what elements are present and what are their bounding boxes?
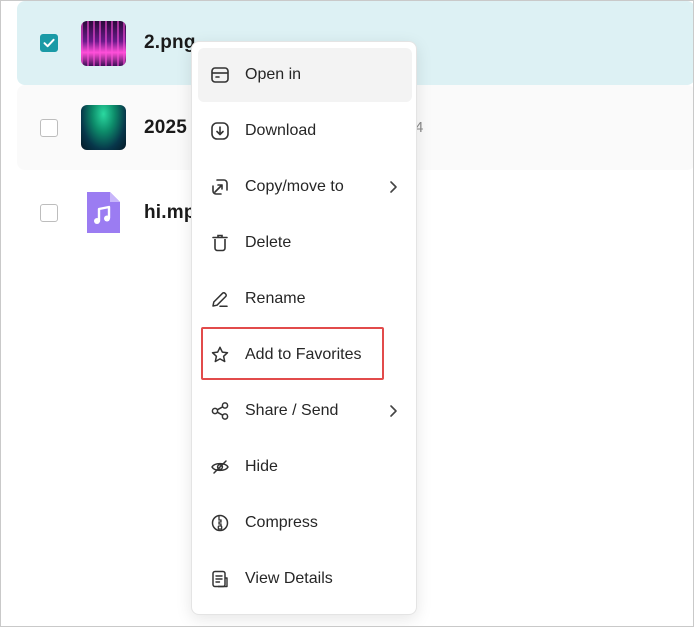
row-checkbox[interactable] [40,203,58,222]
eye-slash-icon [209,456,231,478]
menu-item-label: Copy/move to [245,178,344,195]
menu-item-compress[interactable]: Compress [198,496,412,550]
menu-item-label: Delete [245,234,292,251]
file-manager-window: 2.png 2025 4 hi.mp Open in Download Copy… [0,0,694,627]
menu-item-share-send[interactable]: Share / Send [198,384,412,438]
menu-item-label: Open in [245,66,302,83]
star-icon [209,344,231,366]
menu-item-open-in[interactable]: Open in [198,48,412,102]
image-thumbnail [81,20,126,66]
menu-item-label: View Details [245,570,333,587]
file-name[interactable]: hi.mp [144,202,196,224]
compress-icon [209,512,231,534]
checkmark-icon [43,38,55,48]
context-menu: Open in Download Copy/move to Delete Ren… [191,41,417,615]
file-name[interactable]: 2.png [144,32,196,54]
menu-item-label: Add to Favorites [245,346,362,363]
menu-item-label: Share / Send [245,402,339,419]
chevron-right-icon [386,180,400,194]
menu-item-rename[interactable]: Rename [198,272,412,326]
menu-item-add-favorites[interactable]: Add to Favorites [198,328,412,382]
menu-item-label: Compress [245,514,318,531]
trash-icon [209,232,231,254]
chevron-right-icon [386,404,400,418]
menu-item-download[interactable]: Download [198,104,412,158]
share-icon [209,400,231,422]
row-checkbox[interactable] [40,34,58,52]
menu-item-label: Rename [245,290,306,307]
row-checkbox[interactable] [40,118,58,137]
menu-item-copy-move[interactable]: Copy/move to [198,160,412,214]
file-name[interactable]: 2025 [144,117,187,139]
details-icon [209,568,231,590]
music-file-icon [81,190,126,235]
menu-item-label: Download [245,122,317,139]
copy-move-icon [209,176,231,198]
pencil-icon [209,288,231,310]
open-in-icon [209,64,231,86]
image-thumbnail [81,105,126,150]
menu-item-hide[interactable]: Hide [198,440,412,494]
menu-item-delete[interactable]: Delete [198,216,412,270]
menu-item-view-details[interactable]: View Details [198,552,412,606]
download-icon [209,120,231,142]
menu-item-label: Hide [245,458,278,475]
